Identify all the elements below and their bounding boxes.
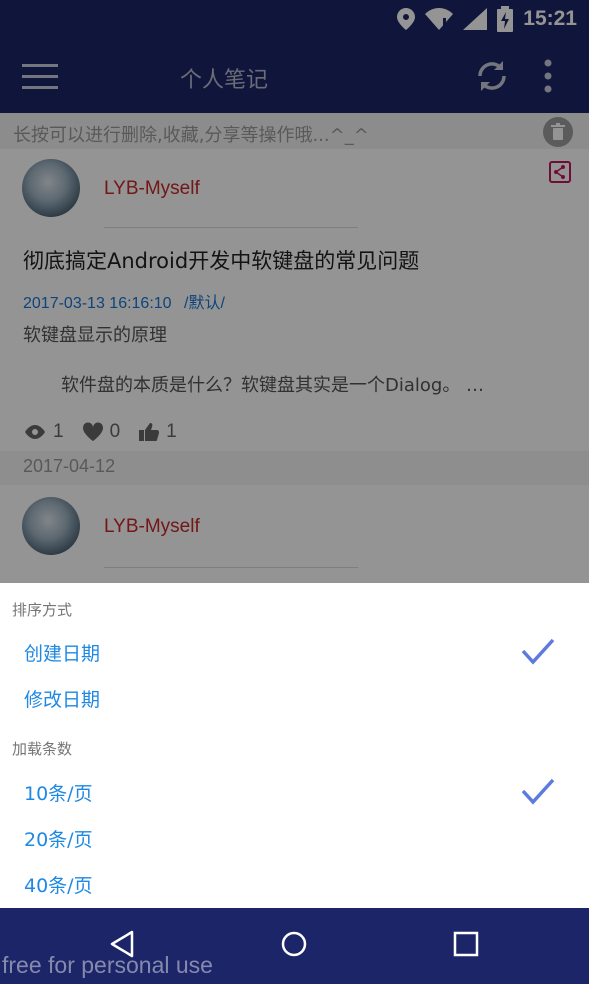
load-section-title: 加载条数 <box>12 740 73 758</box>
watermark: free for personal use <box>2 952 213 978</box>
sort-option-modified[interactable]: 修改日期 <box>0 677 589 721</box>
dim-overlay[interactable] <box>0 0 589 583</box>
sort-option-created[interactable]: 创建日期 <box>0 631 589 675</box>
recents-icon[interactable] <box>450 928 482 960</box>
check-icon <box>521 778 555 805</box>
load-option-20[interactable]: 20条/页 <box>0 817 589 861</box>
options-sheet: 排序方式 创建日期 修改日期 加载条数 10条/页 20条/页 40条/页 <box>0 583 589 908</box>
check-icon <box>521 638 555 665</box>
load-option-40[interactable]: 40条/页 <box>0 863 589 907</box>
home-icon[interactable] <box>278 928 310 960</box>
sort-section-title: 排序方式 <box>12 601 73 619</box>
load-option-10[interactable]: 10条/页 <box>0 771 589 815</box>
